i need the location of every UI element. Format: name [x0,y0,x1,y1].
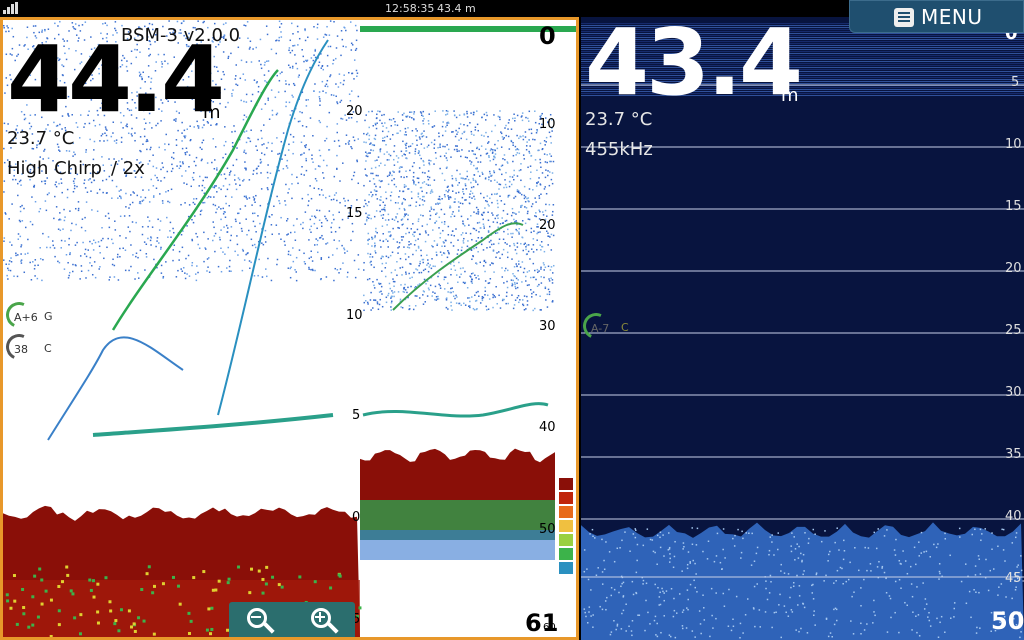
signal-icon [3,2,18,14]
zoom-controls [229,602,355,637]
depth-scale-label: 20 [1005,261,1022,276]
depth-scale-label: 10 [1005,137,1022,152]
depth-scale-label: 25 [1005,323,1022,338]
gain-label: A+6 [14,311,38,324]
menu-icon [894,8,914,27]
gain-control[interactable]: A+6 G [3,298,66,332]
temperature-left: 23.7 °C [7,128,75,149]
status-depth: 43.4 m [437,2,476,15]
gain-control-right[interactable]: A-7 C [581,309,643,343]
zoom-scale-label: 5 [352,408,361,423]
zoom-in-button[interactable] [305,606,345,637]
zoom-scale-label: 0 [352,510,361,525]
clock: 12:58:35 [385,2,435,15]
contrast-suffix: C [44,342,52,355]
range-bottom-right: 50 [991,607,1024,635]
range-top-left: 0 [539,22,556,50]
depth-scale-label: 50 [539,522,556,537]
depth-scale-label: 5 [1011,75,1020,90]
zoom-level: / 2x [111,158,145,179]
depth-scale-label: 30 [539,319,556,334]
range-bottom-small-left: 60 [543,622,556,633]
depth-unit-left: m [203,102,221,123]
depth-scale-label: 30 [1005,385,1022,400]
temperature-right: 23.7 °C [585,109,653,130]
contrast-label: 38 [14,343,28,356]
pane-title: BSM-3 v2.0.0 [121,25,241,46]
mode-label: High Chirp [7,158,102,179]
gain-suffix-right: C [621,321,629,334]
zoom-scale-label: 20 [346,104,363,119]
menu-button[interactable]: MENU [849,0,1024,33]
depth-scale-label: 20 [539,218,556,233]
zoom-scale-label: 15 [346,206,363,221]
depth-readout-right: 43.4 [585,17,803,116]
depth-scale-label: 40 [1005,509,1022,524]
sonar-left-pane[interactable]: 44.4 m BSM-3 v2.0.0 23.7 °C High Chirp /… [0,17,579,640]
zoom-out-button[interactable] [241,606,281,637]
depth-readout-left: 44.4 [7,26,225,133]
depth-scale-label: 40 [539,420,556,435]
depth-scale-label: 35 [1005,447,1022,462]
menu-label: MENU [921,4,983,29]
gain-suffix: G [44,310,53,323]
frequency-label: 455kHz [585,139,653,160]
zoom-scale-label: 10 [346,308,363,323]
gain-label-right: A-7 [591,322,610,335]
depth-unit-right: m [781,85,799,106]
depth-scale-label: 45 [1005,571,1022,586]
depth-scale-label: 10 [539,117,556,132]
sonar-right-pane[interactable]: 43.4 m 23.7 °C 455kHz A-7 C 0 5 10 15 20… [581,17,1024,640]
depth-scale-label: 15 [1005,199,1022,214]
contrast-control[interactable]: 38 C [3,330,66,364]
